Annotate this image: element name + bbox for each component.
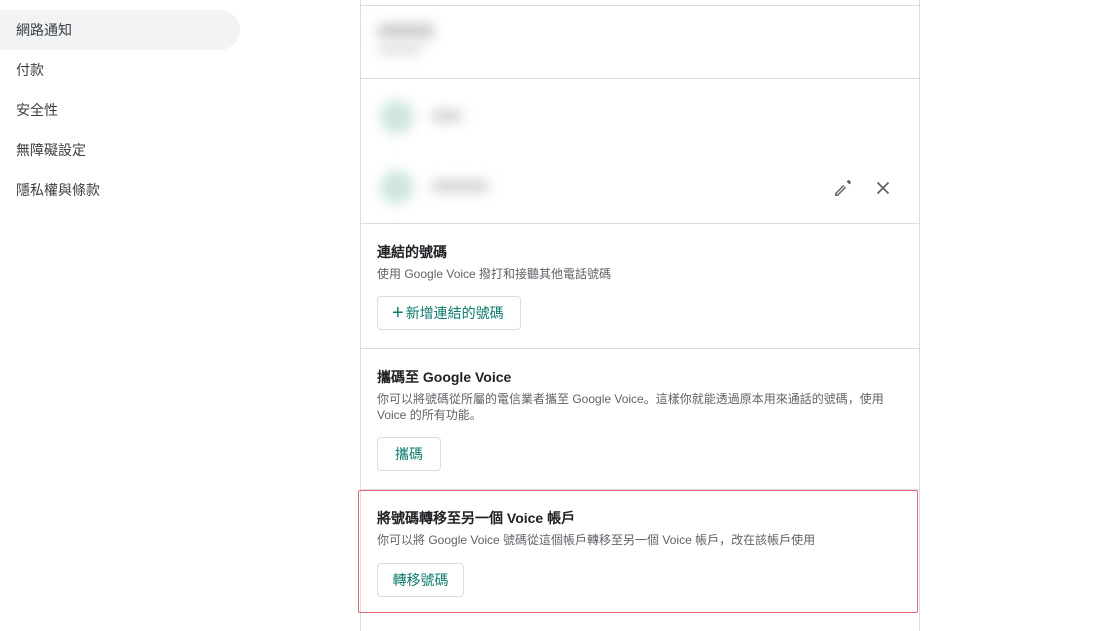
redacted-text [432,180,488,192]
linked-numbers-title: 連結的號碼 [377,244,447,260]
port-in-title: 攜碼至 Google Voice [377,369,512,385]
divider [360,78,920,79]
plus-icon: + [392,302,404,324]
add-linked-number-label: 新增連結的號碼 [405,305,504,321]
linked-numbers-description: 使用 Google Voice 撥打和接聽其他電話號碼 [377,267,612,281]
sidebar-item-accessibility[interactable]: 無障礙設定 [0,130,240,170]
port-in-button-label: 攜碼 [395,446,423,462]
transfer-title: 將號碼轉移至另一個 Voice 帳戶 [377,510,576,526]
sidebar-item-web-notifications[interactable]: 網路通知 [0,10,240,50]
redacted-text [432,110,462,122]
divider [360,5,920,6]
settings-sidebar: 網路通知 付款 安全性 無障礙設定 隱私權與條款 [0,10,240,210]
settings-main: 連結的號碼 使用 Google Voice 撥打和接聽其他電話號碼 + 新增連結… [360,0,920,631]
port-in-button[interactable]: 攜碼 [377,437,441,471]
sidebar-item-privacy-terms[interactable]: 隱私權與條款 [0,170,240,210]
linked-numbers-section: 連結的號碼 使用 Google Voice 撥打和接聽其他電話號碼 [377,242,907,282]
transfer-number-button-label: 轉移號碼 [392,572,449,588]
redacted-text [378,44,422,54]
edit-button[interactable] [831,176,855,200]
sidebar-item-payments[interactable]: 付款 [0,50,240,90]
divider [360,223,920,224]
transfer-description: 你可以將 Google Voice 號碼從這個帳戶轉移至另一個 Voice 帳戶… [377,533,816,547]
transfer-section: 將號碼轉移至另一個 Voice 帳戶 你可以將 Google Voice 號碼從… [377,508,907,548]
redacted-text [378,24,434,38]
add-linked-number-button[interactable]: + 新增連結的號碼 [377,296,521,330]
close-icon [876,181,890,195]
sidebar-item-security[interactable]: 安全性 [0,90,240,130]
remove-button[interactable] [871,176,895,200]
port-in-description: 你可以將號碼從所屬的電信業者攜至 Google Voice。這樣你就能透過原本用… [377,392,884,422]
port-in-section: 攜碼至 Google Voice 你可以將號碼從所屬的電信業者攜至 Google… [377,367,907,423]
redacted-avatar [380,100,414,134]
transfer-number-button[interactable]: 轉移號碼 [377,563,464,597]
redacted-avatar [380,170,414,204]
divider [360,348,920,349]
pencil-icon [835,180,851,196]
divider [360,489,920,490]
